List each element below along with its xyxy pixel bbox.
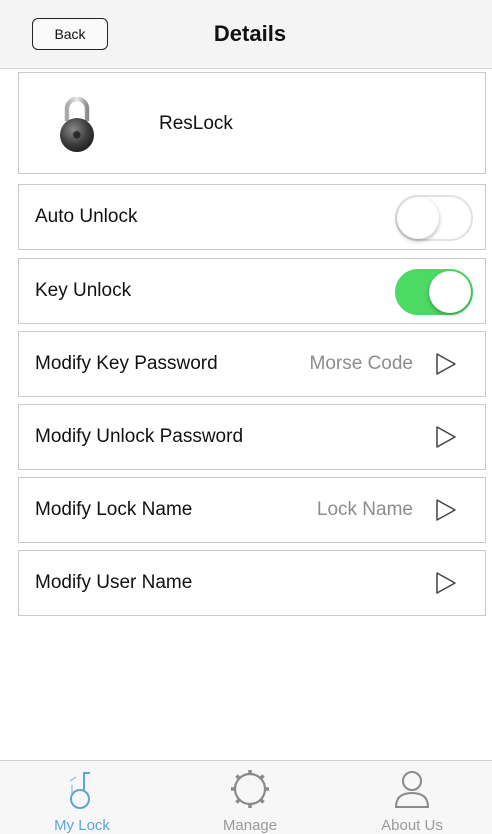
tab-bar: My Lock Manage About Us <box>0 760 492 834</box>
modify-lock-name-row[interactable]: Modify Lock Name Lock Name <box>18 477 486 543</box>
toggle-knob <box>397 197 439 239</box>
chevron-right-icon <box>436 353 456 375</box>
key-unlock-row: Key Unlock <box>18 258 486 324</box>
toggle-knob <box>429 271 471 313</box>
modify-key-password-row[interactable]: Modify Key Password Morse Code <box>18 331 486 397</box>
auto-unlock-row: Auto Unlock <box>18 184 486 250</box>
back-button[interactable]: Back <box>32 18 108 50</box>
key-lock-icon <box>69 772 90 809</box>
tab-label: Manage <box>222 817 278 834</box>
row-value: Lock Name <box>316 499 413 520</box>
modify-user-name-row[interactable]: Modify User Name <box>18 550 486 616</box>
chevron-right-icon <box>436 572 456 594</box>
tab-my-lock[interactable]: My Lock <box>22 761 142 834</box>
lock-info-card: ResLock <box>18 72 486 174</box>
row-label: Key Unlock <box>35 280 132 301</box>
padlock-icon <box>60 96 94 152</box>
tab-manage[interactable]: Manage <box>190 761 310 834</box>
chevron-right-icon <box>436 426 456 448</box>
key-unlock-toggle[interactable] <box>395 269 473 315</box>
tab-label: My Lock <box>54 817 110 834</box>
row-label: Auto Unlock <box>35 206 138 227</box>
auto-unlock-toggle[interactable] <box>395 195 473 241</box>
row-label: Modify Key Password <box>35 353 218 374</box>
chevron-right-icon <box>436 499 456 521</box>
tab-label: About Us <box>381 817 443 834</box>
row-value: Morse Code <box>309 353 414 374</box>
row-label: Modify Unlock Password <box>35 426 244 447</box>
page-title: Details <box>213 21 287 46</box>
modify-unlock-password-row[interactable]: Modify Unlock Password <box>18 404 486 470</box>
navigation-bar: Back Details <box>0 0 492 69</box>
lock-name: ResLock <box>159 113 233 134</box>
tab-about-us[interactable]: About Us <box>352 761 472 834</box>
row-label: Modify User Name <box>35 572 193 593</box>
user-icon <box>394 771 430 808</box>
gear-icon <box>231 770 269 808</box>
row-label: Modify Lock Name <box>35 499 193 520</box>
